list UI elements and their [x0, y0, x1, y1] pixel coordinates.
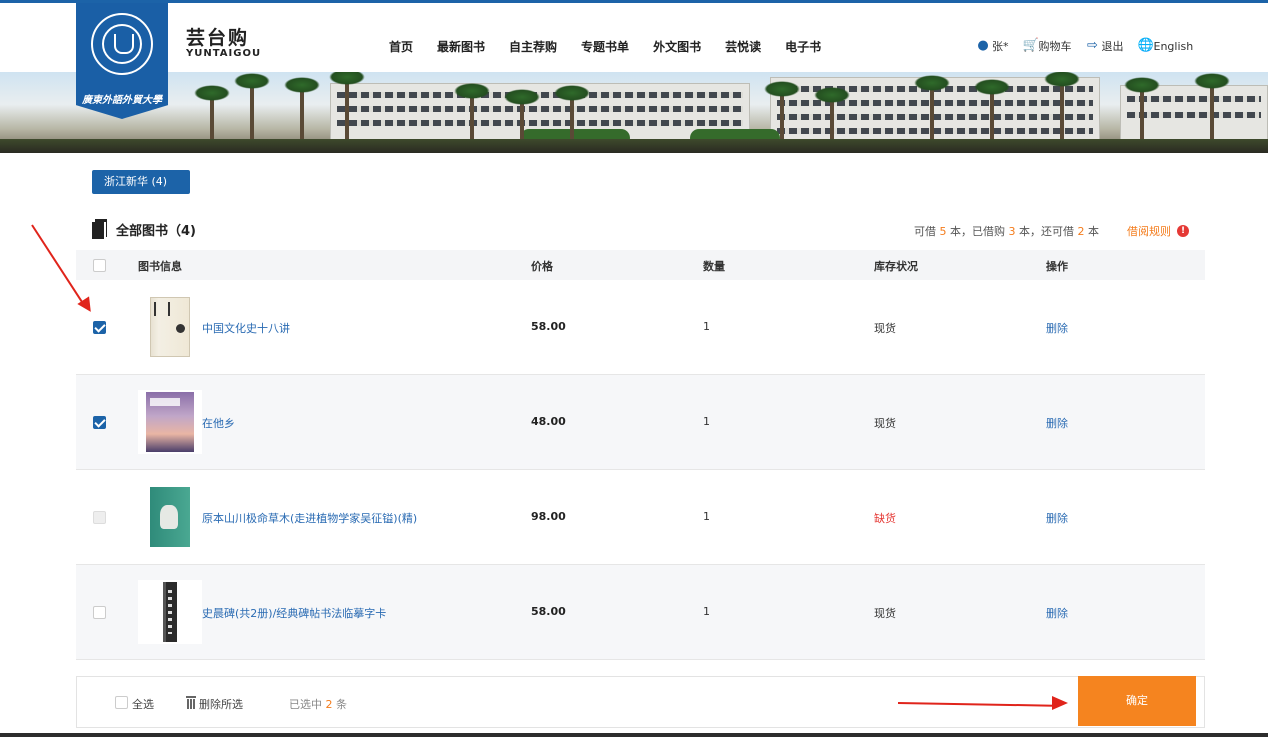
book-title[interactable]: 原本山川极命草木(走进植物学家吴征镒)(精) — [202, 510, 417, 526]
stock-status: 现货 — [874, 417, 896, 430]
brand-name-en: YUNTAIGOU — [186, 48, 262, 59]
main-nav: 首页 最新图书 自主荐购 专题书单 外文图书 芸悦读 电子书 — [389, 38, 845, 55]
section-title-text: 全部图书（4) — [116, 223, 196, 239]
stock-status: 现货 — [874, 607, 896, 620]
cart-label: 购物车 — [1038, 40, 1072, 53]
row-checkbox[interactable] — [93, 321, 106, 334]
book-cover[interactable] — [138, 295, 202, 359]
header-tools: ● 张* 🛒 购物车 ⇨ 退出 🌐 English — [976, 38, 1207, 54]
university-seal-icon — [91, 13, 153, 75]
university-logo[interactable]: 廣東外語外貿大學 — [76, 3, 168, 119]
stock-status: 现货 — [874, 322, 896, 335]
book-title[interactable]: 在他乡 — [202, 415, 235, 431]
book-qty: 1 — [703, 415, 710, 428]
book-cover[interactable] — [138, 390, 202, 454]
alert-icon: ! — [1177, 225, 1189, 237]
cart-link[interactable]: 🛒 购物车 — [1023, 38, 1072, 54]
language-label: English — [1153, 39, 1194, 53]
row-checkbox[interactable] — [93, 606, 106, 619]
col-action: 操作 — [1046, 260, 1068, 273]
trash-icon[interactable] — [185, 696, 197, 709]
quota-borrowed: 3 — [1008, 225, 1016, 238]
top-header: 廣東外語外貿大學 芸台购 YUNTAIGOU 首页 最新图书 自主荐购 专题书单… — [0, 0, 1268, 119]
header-select-all-checkbox[interactable] — [93, 259, 106, 272]
book-price: 48.00 — [531, 415, 566, 428]
book-price: 98.00 — [531, 510, 566, 523]
table-row: 在他乡 48.00 1 现货 删除 — [76, 375, 1205, 470]
book-title[interactable]: 中国文化史十八讲 — [202, 320, 290, 336]
section-title: 全部图书（4) — [92, 219, 196, 239]
nav-new-books[interactable]: 最新图书 — [437, 38, 485, 55]
selected-count: 已选中 2 条 — [289, 698, 347, 711]
book-cover[interactable] — [138, 580, 202, 644]
book-price: 58.00 — [531, 605, 566, 618]
borrow-rules-link[interactable]: 借阅规则 ! — [1127, 223, 1189, 239]
stock-status: 缺货 — [874, 512, 896, 525]
nav-yunyuedu[interactable]: 芸悦读 — [725, 38, 761, 55]
borrow-rules-label: 借阅规则 — [1127, 225, 1171, 238]
nav-home[interactable]: 首页 — [389, 38, 413, 55]
book-qty: 1 — [703, 605, 710, 618]
delete-link[interactable]: 删除 — [1046, 605, 1068, 621]
row-checkbox[interactable] — [93, 416, 106, 429]
table-row: 原本山川极命草木(走进植物学家吴征镒)(精) 98.00 1 缺货 删除 — [76, 470, 1205, 565]
book-qty: 1 — [703, 320, 710, 333]
cart-footer: 全选 删除所选 已选中 2 条 — [76, 676, 1205, 728]
select-all-label[interactable]: 全选 — [132, 696, 154, 712]
logout-icon: ⇨ — [1087, 38, 1098, 53]
delete-selected-button[interactable]: 删除所选 — [199, 696, 243, 712]
col-stock: 库存状况 — [874, 260, 918, 273]
delete-link[interactable]: 删除 — [1046, 510, 1068, 526]
brand-name-cn: 芸台购 — [186, 27, 250, 49]
col-qty: 数量 — [703, 260, 725, 273]
language-switch[interactable]: 🌐 English — [1138, 39, 1194, 53]
nav-book-lists[interactable]: 专题书单 — [581, 38, 629, 55]
logout-label: 退出 — [1101, 40, 1124, 53]
col-book-info: 图书信息 — [138, 260, 182, 273]
col-price: 价格 — [531, 260, 553, 273]
delete-link[interactable]: 删除 — [1046, 415, 1068, 431]
book-qty: 1 — [703, 510, 710, 523]
nav-foreign-books[interactable]: 外文图书 — [653, 38, 701, 55]
confirm-button[interactable]: 确定 — [1078, 676, 1196, 726]
vendor-tab[interactable]: 浙江新华 (4) — [92, 170, 190, 194]
delete-link[interactable]: 删除 — [1046, 320, 1068, 336]
user-name: 张* — [992, 40, 1009, 53]
table-row: 中国文化史十八讲 58.00 1 现货 删除 — [76, 280, 1205, 375]
table-header: 图书信息 价格 数量 库存状况 操作 — [76, 250, 1205, 280]
university-name: 廣東外語外貿大學 — [82, 95, 162, 106]
books-icon — [92, 219, 108, 239]
row-checkbox — [93, 511, 106, 524]
user-icon: ● — [977, 38, 989, 53]
brand[interactable]: 芸台购 YUNTAIGOU — [186, 28, 261, 60]
borrow-quota: 可借 5 本，已借购 3 本，还可借 2 本 — [914, 225, 1099, 238]
bottom-strip — [0, 733, 1268, 737]
book-cover[interactable] — [138, 485, 202, 549]
select-all-checkbox[interactable] — [115, 696, 128, 709]
user-menu[interactable]: ● 张* — [976, 38, 1009, 54]
cart-icon: 🛒 — [1022, 38, 1039, 53]
book-price: 58.00 — [531, 320, 566, 333]
campus-banner — [0, 72, 1268, 153]
logout-link[interactable]: ⇨ 退出 — [1086, 38, 1124, 54]
globe-icon: 🌐 — [1137, 38, 1154, 53]
table-row: 史晨碑(共2册)/经典碑帖书法临摹字卡 58.00 1 现货 删除 — [76, 565, 1205, 660]
quota-remaining: 2 — [1077, 225, 1085, 238]
quota-borrowable: 5 — [939, 225, 947, 238]
nav-recommend[interactable]: 自主荐购 — [509, 38, 557, 55]
nav-ebooks[interactable]: 电子书 — [785, 38, 821, 55]
book-title[interactable]: 史晨碑(共2册)/经典碑帖书法临摹字卡 — [202, 605, 386, 621]
